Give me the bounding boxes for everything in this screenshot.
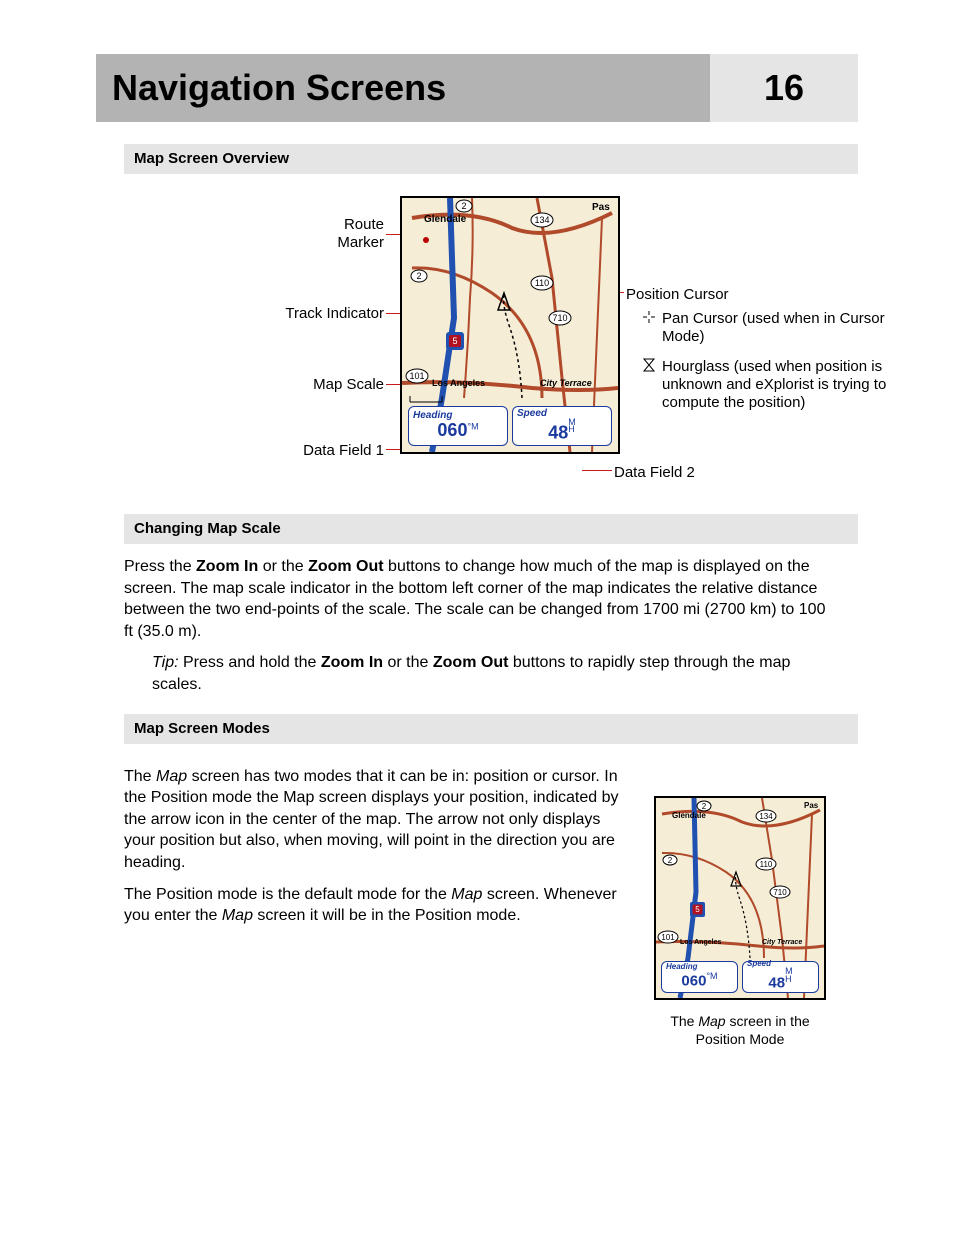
svg-text:2: 2 [668,856,673,865]
page-number-box: 16 [710,54,858,122]
chapter-title: Navigation Screens [96,54,710,122]
data-field-speed: Speed 48M H [512,406,612,446]
chapter-title-text: Navigation Screens [112,67,446,109]
svg-text:101: 101 [409,371,424,381]
svg-text:110: 110 [535,278,549,288]
svg-text:134: 134 [759,812,773,821]
svg-text:2: 2 [461,201,466,211]
svg-text:5: 5 [695,905,700,914]
page-number: 16 [764,67,804,109]
svg-text:2: 2 [702,802,707,811]
svg-text:134: 134 [534,215,549,225]
svg-text:Los Angeles: Los Angeles [680,939,721,946]
svg-text:Glendale: Glendale [672,811,706,820]
label-data-field-1: Data Field 1 [256,442,384,460]
svg-text:5: 5 [452,336,457,346]
leader-line-icon [582,470,612,471]
label-hourglass: Hourglass (used when position is unknown… [642,358,922,412]
hourglass-icon [642,358,656,377]
svg-text:110: 110 [760,860,773,869]
para-changing-scale: Press the Zoom In or the Zoom Out button… [124,556,830,642]
svg-text:Pas: Pas [804,801,819,810]
label-route-marker: Route Marker [256,216,384,252]
section-heading-text: Map Screen Modes [134,720,270,737]
svg-text:710: 710 [773,888,787,897]
data-field-speed: Speed 48M H [742,961,819,993]
pan-cursor-icon [642,310,656,329]
data-field-heading: Heading 060°M [661,961,738,993]
svg-text:710: 710 [552,313,567,323]
section-heading-changing-scale: Changing Map Scale [124,514,858,544]
svg-text:101: 101 [661,933,675,942]
title-bar: Navigation Screens 16 [96,54,858,122]
figure-caption: The Map screen in the Position Mode [650,1012,830,1048]
figure-map-position-mode: 2 134 2 110 710 101 5 Glendale Pas Los A… [650,756,830,1048]
label-map-scale: Map Scale [256,376,384,394]
section-heading-text: Map Screen Overview [134,150,289,167]
section-heading-map-modes: Map Screen Modes [124,714,858,744]
label-track-indicator: Track Indicator [210,305,384,323]
svg-text:City Terrace: City Terrace [762,939,802,946]
svg-text:Glendale: Glendale [424,214,467,225]
svg-text:Pas: Pas [592,202,610,213]
label-position-cursor: Position Cursor [626,286,729,304]
svg-text:Los Angeles: Los Angeles [432,378,485,388]
figure-map-overview: Route Marker Track Indicator Map Scale D… [96,186,858,496]
section-heading-map-overview: Map Screen Overview [124,144,858,174]
svg-text:2: 2 [416,271,421,281]
section-heading-text: Changing Map Scale [134,520,281,537]
svg-text:City Terrace: City Terrace [540,378,592,388]
data-field-heading: Heading 060°M [408,406,508,446]
data-panel: Heading 060°M Speed 48M H [408,406,612,446]
label-data-field-2: Data Field 2 [614,464,695,482]
data-panel: Heading 060°M Speed 48M H [661,961,819,993]
map-screenshot-large: 2 134 2 110 710 101 5 Glendale Pas Los A… [400,196,620,454]
map-screenshot-small: 2 134 2 110 710 101 5 Glendale Pas Los A… [654,796,826,1000]
label-pan-cursor: Pan Cursor (used when in Cursor Mode) [642,310,902,346]
para-tip: Tip: Press and hold the Zoom In or the Z… [152,652,830,695]
para-modes-2: The Position mode is the default mode fo… [124,884,644,927]
